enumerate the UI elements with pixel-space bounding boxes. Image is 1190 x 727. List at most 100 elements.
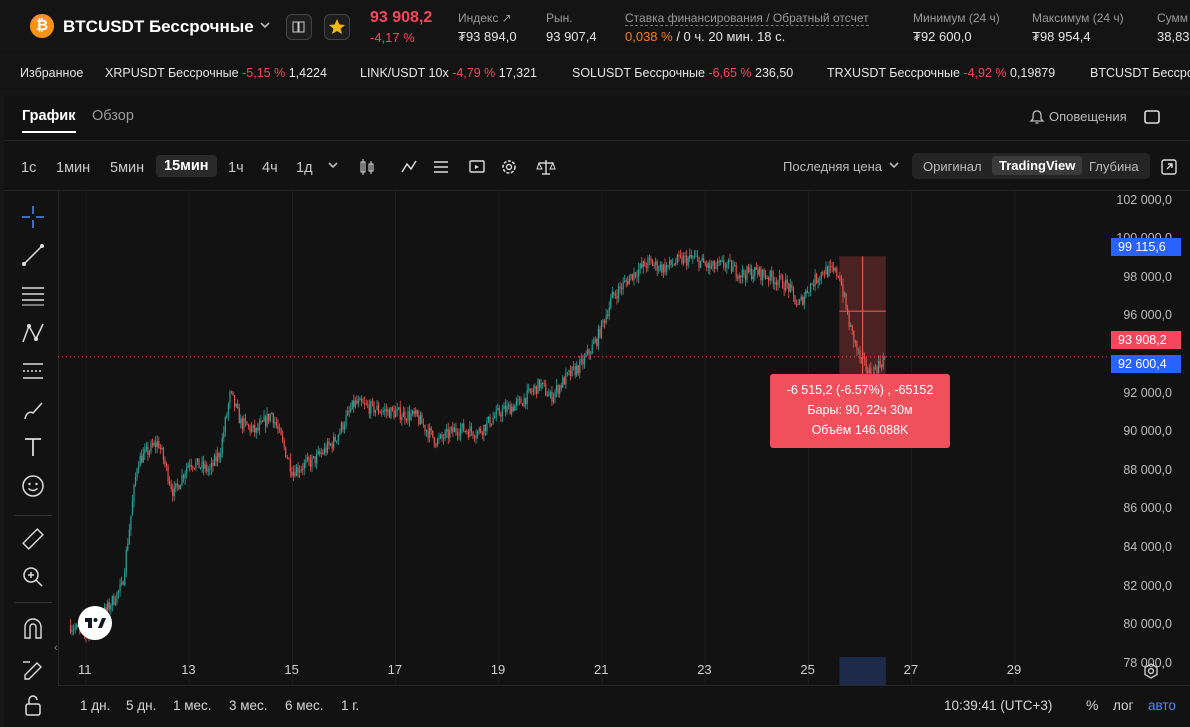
axis-settings-icon[interactable] xyxy=(1142,662,1160,680)
range-button[interactable]: 1 мес. xyxy=(173,698,212,713)
candle-body xyxy=(299,470,301,473)
index-label[interactable]: Индекс ↗ xyxy=(458,11,512,25)
date-tick: 15 xyxy=(284,662,299,677)
emoji-icon[interactable] xyxy=(20,473,46,499)
percent-toggle[interactable]: % xyxy=(1086,697,1098,713)
candle-body xyxy=(608,307,610,317)
log-toggle[interactable]: лог xyxy=(1113,698,1133,713)
brush-icon[interactable] xyxy=(20,397,46,423)
lock-icon[interactable] xyxy=(20,692,46,718)
lock-drawing-icon[interactable] xyxy=(20,654,46,680)
prediction-icon[interactable] xyxy=(20,358,46,384)
candle-body xyxy=(534,385,536,389)
tradingview-logo[interactable] xyxy=(78,606,112,640)
divider xyxy=(4,140,1190,141)
scroll-left-icon[interactable]: ‹ xyxy=(54,642,58,654)
divider xyxy=(14,515,52,516)
symbol-title[interactable]: BTCUSDT Бессрочные xyxy=(63,17,254,37)
candle-body xyxy=(535,385,538,394)
candle-body xyxy=(151,443,154,446)
range-button[interactable]: 1 дн. xyxy=(80,698,110,713)
candle-body xyxy=(244,418,247,422)
indicators-icon[interactable] xyxy=(399,157,419,177)
tab-chart[interactable]: График xyxy=(22,108,75,124)
magnet-icon[interactable] xyxy=(20,616,46,642)
candle-body xyxy=(133,485,135,502)
range-button[interactable]: 5 дн. xyxy=(126,698,156,713)
candle-body xyxy=(641,263,643,268)
price-type-select[interactable]: Последняя цена xyxy=(783,159,882,174)
chevron-down-icon[interactable] xyxy=(326,158,340,172)
range-button[interactable]: 3 мес. xyxy=(229,698,268,713)
interval-5[interactable]: 4ч xyxy=(262,160,278,176)
candle-body xyxy=(782,276,784,289)
ticker-item[interactable]: SOLUSDT Бессрочные -6,65 % 236,50 xyxy=(572,66,793,80)
interval-1[interactable]: 1мин xyxy=(56,160,90,176)
ticker-item[interactable]: TRXUSDT Бессрочные -4,92 % 0,19879 xyxy=(827,66,1055,80)
gear-icon[interactable] xyxy=(499,157,519,177)
candle-body xyxy=(277,425,279,429)
favorites-label[interactable]: Избранное xyxy=(20,66,83,80)
funding-label[interactable]: Ставка финансирования / Обратный отсчет xyxy=(625,11,869,26)
candle-body xyxy=(738,275,740,279)
window-icon[interactable] xyxy=(1143,108,1161,126)
candle-body xyxy=(506,405,508,412)
list-settings-icon[interactable] xyxy=(431,157,451,177)
interval-3[interactable]: 15мин xyxy=(156,155,217,177)
tab-overview[interactable]: Обзор xyxy=(92,108,134,124)
candle-body xyxy=(537,379,539,394)
interval-4[interactable]: 1ч xyxy=(228,160,244,176)
clock[interactable]: 10:39:41 (UTC+3) xyxy=(944,698,1052,713)
candle-body xyxy=(374,410,377,413)
pattern-icon[interactable] xyxy=(20,320,46,346)
text-icon[interactable] xyxy=(20,434,46,460)
ticker-item[interactable]: XRPUSDT Бессрочные -5,15 % 1,4224 xyxy=(105,66,327,80)
candle-body xyxy=(181,475,183,486)
favorite-star-icon[interactable] xyxy=(324,14,350,40)
candle-body xyxy=(155,442,157,447)
view-original[interactable]: Оригинал xyxy=(923,159,982,174)
chevron-down-icon[interactable] xyxy=(258,18,272,32)
fullscreen-icon[interactable] xyxy=(1159,157,1179,177)
view-tradingview[interactable]: TradingView xyxy=(992,156,1083,175)
range-button[interactable]: 6 мес. xyxy=(285,698,324,713)
candle-body xyxy=(418,415,420,425)
ticker-item[interactable]: BTCUSDT Бессроч xyxy=(1090,66,1190,80)
candle-body xyxy=(803,296,805,305)
trend-line-icon[interactable] xyxy=(20,242,46,268)
auto-toggle[interactable]: авто xyxy=(1148,698,1176,713)
candle-body xyxy=(320,452,322,455)
replay-icon[interactable] xyxy=(467,157,487,177)
candle-body xyxy=(393,410,395,418)
candle-body xyxy=(396,408,398,412)
candle-body xyxy=(215,455,217,462)
max-value: ₮98 954,4 xyxy=(1032,29,1091,44)
view-depth[interactable]: Глубина xyxy=(1089,159,1139,174)
zoom-in-icon[interactable] xyxy=(20,564,46,590)
price-chart[interactable] xyxy=(58,191,1110,685)
candles-icon[interactable] xyxy=(357,157,377,177)
scale-icon[interactable] xyxy=(536,157,556,177)
chevron-down-icon[interactable] xyxy=(887,158,901,172)
candle-body xyxy=(297,466,299,473)
interval-2[interactable]: 5мин xyxy=(110,160,144,176)
candle-body xyxy=(486,421,488,432)
measure-tool[interactable] xyxy=(839,256,886,383)
candle-body xyxy=(367,404,369,406)
candle-body xyxy=(329,443,332,445)
range-button[interactable]: 1 г. xyxy=(341,698,359,713)
candle-body xyxy=(802,296,804,305)
candle-body xyxy=(373,402,375,413)
book-icon[interactable] xyxy=(286,14,312,40)
ticker-item[interactable]: LINK/USDT 10x -4,79 % 17,321 xyxy=(360,66,537,80)
interval-6[interactable]: 1д xyxy=(296,160,313,176)
candle-body xyxy=(124,572,126,585)
price-tick: 88 000,0 xyxy=(1123,462,1172,477)
candle-body xyxy=(545,384,547,396)
horizontal-lines-icon[interactable] xyxy=(20,282,46,308)
candle-body xyxy=(456,432,459,435)
interval-0[interactable]: 1с xyxy=(21,160,36,176)
alerts-button[interactable]: Оповещения xyxy=(1049,109,1127,124)
crosshair-icon[interactable] xyxy=(20,204,46,230)
ruler-icon[interactable] xyxy=(20,526,46,552)
